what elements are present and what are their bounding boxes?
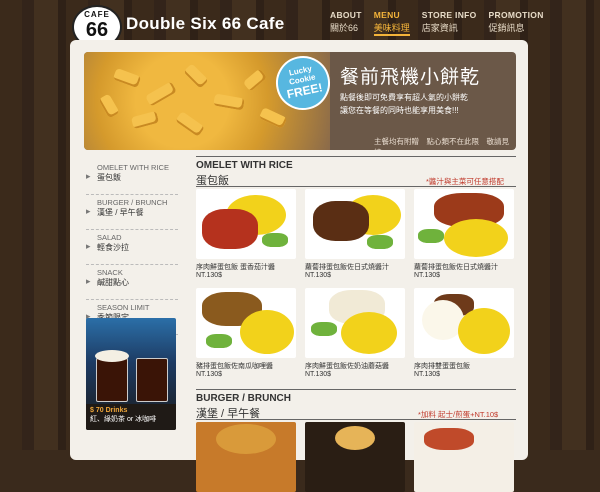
hero-footnote: 主餐均有附贈 點心類不在此限 敬請見諒 xyxy=(374,137,509,150)
section-divider xyxy=(196,389,516,390)
nav-menu-en: MENU xyxy=(373,10,400,20)
dish-image xyxy=(414,422,514,492)
dish-image xyxy=(305,422,405,492)
section-divider xyxy=(196,156,516,157)
milk-tea-glass xyxy=(95,350,129,402)
menu-card[interactable]: 蘿蔔排蛋包飯佐日式燒醬汁 NT.130$ xyxy=(414,189,514,279)
dish-name: 蘿蔔排蛋包飯佐日式燒醬汁 xyxy=(414,264,498,271)
sidebar-item-zh: 鹹甜點心 xyxy=(97,278,129,287)
sidebar-item-zh: 蛋包飯 xyxy=(97,173,121,182)
hero-text-2: 讓您在等餐的同時也能享用美食!!! xyxy=(340,106,459,115)
iced-coffee-glass xyxy=(136,358,168,402)
nav-menu-zh: 美味料理 xyxy=(373,23,410,33)
dish-name: 序肉排雙蛋蛋包飯 xyxy=(414,363,470,370)
menu-card[interactable]: 蘿蔔排蛋包飯佐日式燒醬汁 NT.130$ xyxy=(305,189,405,279)
dish-price: NT.130$ xyxy=(196,272,223,279)
dish-name: 豬排蛋包飯佐南瓜咖哩醬 xyxy=(196,363,273,370)
section-divider xyxy=(196,419,516,420)
hero-title: 餐前飛機小餅乾 xyxy=(340,67,481,88)
section-title-en: BURGER / BRUNCH xyxy=(196,393,291,404)
dish-image xyxy=(305,288,405,358)
sidebar-item-zh: 輕食沙拉 xyxy=(97,243,129,252)
sidebar-item-en: SEASON LIMIT xyxy=(97,303,150,312)
menu-card[interactable]: 豬排蛋包飯佐南瓜咖哩醬 NT.130$ xyxy=(196,288,296,378)
sidebar-item-en: SALAD xyxy=(97,233,122,242)
dish-image xyxy=(196,288,296,358)
nav-store-info[interactable]: STORE INFO 店家資訊 xyxy=(422,10,477,36)
dish-name: 序肉鮮蛋包飯 蛋香茄汁醬 xyxy=(196,264,275,271)
nav-about-en: ABOUT xyxy=(330,10,362,20)
nav-store-info-zh: 店家資訊 xyxy=(421,23,458,33)
main-nav: ABOUT 關於66 MENU 美味料理 STORE INFO 店家資訊 PRO… xyxy=(330,10,556,36)
menu-card[interactable] xyxy=(305,422,405,492)
menu-card[interactable] xyxy=(196,422,296,492)
hero-banner: Lucky Cookie FREE! 餐前飛機小餅乾 點餐後即可免費享有超人氣的… xyxy=(84,52,516,150)
dish-price: NT.130$ xyxy=(196,371,223,378)
sidebar-item-snack[interactable]: ▸ SNACK 鹹甜點心 xyxy=(86,268,178,300)
sidebar-item-burger[interactable]: ▸ BURGER / BRUNCH 漢堡 / 早午餐 xyxy=(86,198,178,230)
sidebar-item-en: OMELET WITH RICE xyxy=(97,163,169,172)
sidebar-item-salad[interactable]: ▸ SALAD 輕食沙拉 xyxy=(86,233,178,265)
dish-price: NT.130$ xyxy=(414,371,441,378)
dish-price: NT.130$ xyxy=(305,272,332,279)
promo-price: $ 70 Drinks xyxy=(90,407,128,414)
nav-about[interactable]: ABOUT 關於66 xyxy=(330,10,362,36)
dish-image xyxy=(196,422,296,492)
sidebar-item-en: SNACK xyxy=(97,268,123,277)
dish-name: 蘿蔔排蛋包飯佐日式燒醬汁 xyxy=(305,264,389,271)
nav-menu[interactable]: MENU 美味料理 xyxy=(373,10,410,36)
drinks-promo[interactable]: $ 70 Drinks 紅、綠奶茶 or 冰咖啡 xyxy=(86,318,176,430)
dish-price: NT.130$ xyxy=(305,371,332,378)
menu-card[interactable]: 序肉鮮蛋包飯佐奶油蘑菇醬 NT.130$ xyxy=(305,288,405,378)
dish-image xyxy=(305,189,405,259)
nav-about-zh: 關於66 xyxy=(330,23,359,33)
section-divider xyxy=(196,186,516,187)
dish-image xyxy=(414,288,514,358)
nav-promotion-en: PROMOTION xyxy=(488,10,544,20)
section-omelet-header: OMELET WITH RICE 蛋包飯 xyxy=(196,160,293,188)
dish-image xyxy=(414,189,514,259)
nav-promotion-zh: 促銷訊息 xyxy=(488,23,525,33)
arrow-icon: ▸ xyxy=(86,206,91,216)
dish-name: 序肉鮮蛋包飯佐奶油蘑菇醬 xyxy=(305,363,389,370)
category-sidebar: ▸ OMELET WITH RICE 蛋包飯 ▸ BURGER / BRUNCH… xyxy=(86,160,178,335)
sidebar-item-zh: 漢堡 / 早午餐 xyxy=(97,208,144,217)
arrow-icon: ▸ xyxy=(86,241,91,251)
section-burger-header: BURGER / BRUNCH 漢堡 / 早午餐 xyxy=(196,393,291,421)
promo-caption: $ 70 Drinks 紅、綠奶茶 or 冰咖啡 xyxy=(86,404,176,430)
arrow-icon: ▸ xyxy=(86,171,91,181)
nav-promotion[interactable]: PROMOTION 促銷訊息 xyxy=(489,10,544,36)
hero-text-1: 點餐後即可免費享有超人氣的小餅乾 xyxy=(340,93,468,102)
logo-number: 66 xyxy=(85,19,109,41)
menu-card[interactable] xyxy=(414,422,514,492)
section-title-en: OMELET WITH RICE xyxy=(196,160,293,171)
dish-price: NT.130$ xyxy=(414,272,441,279)
sidebar-item-omelet[interactable]: ▸ OMELET WITH RICE 蛋包飯 xyxy=(86,163,178,195)
brand-name[interactable]: Double Six 66 Cafe xyxy=(126,14,284,34)
dish-image xyxy=(196,189,296,259)
menu-card[interactable]: 序肉排雙蛋蛋包飯 NT.130$ xyxy=(414,288,514,378)
menu-card[interactable]: 序肉鮮蛋包飯 蛋香茄汁醬 NT.130$ xyxy=(196,189,296,279)
promo-text: 紅、綠奶茶 or 冰咖啡 xyxy=(90,416,157,423)
arrow-icon: ▸ xyxy=(86,276,91,286)
nav-store-info-en: STORE INFO xyxy=(421,10,477,20)
sidebar-item-en: BURGER / BRUNCH xyxy=(97,198,168,207)
